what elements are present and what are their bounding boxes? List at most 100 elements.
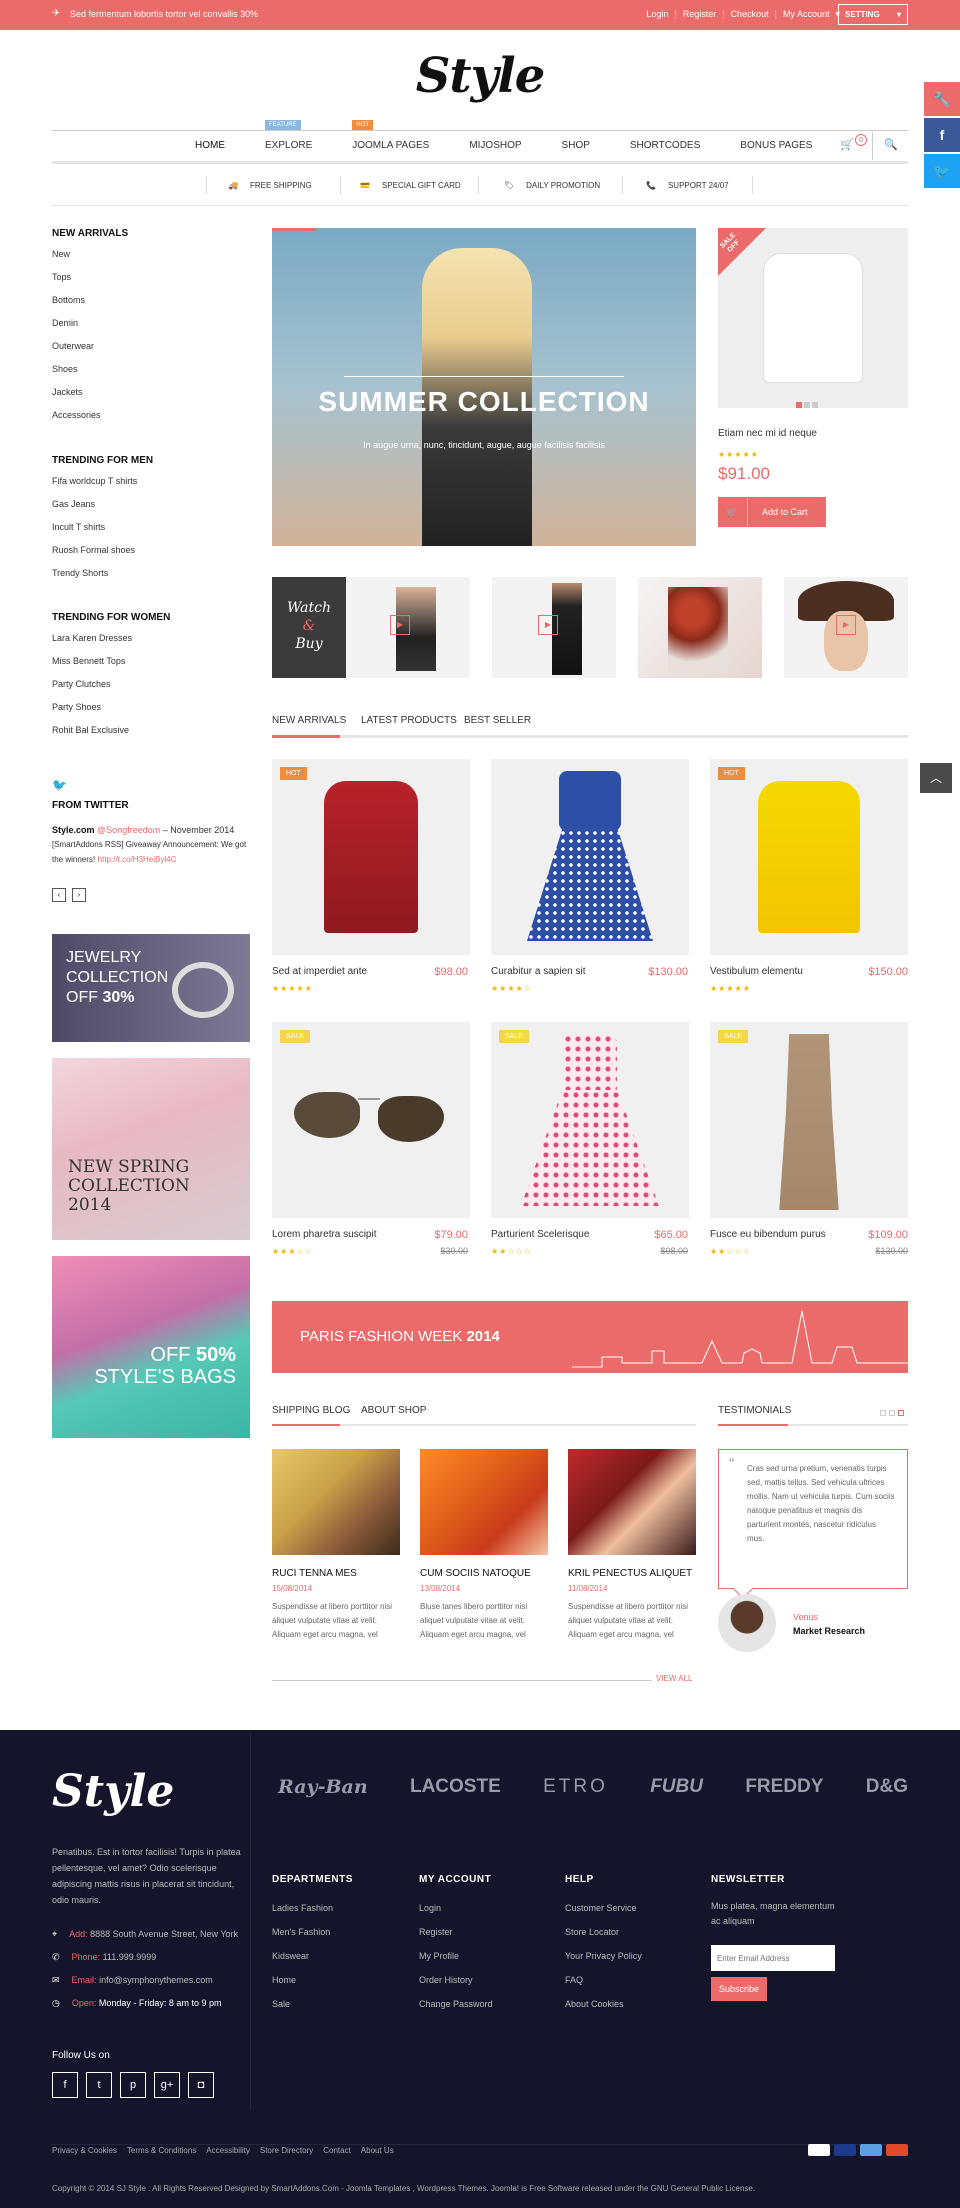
nav-home[interactable]: HOME [175,140,245,151]
sidebar-item[interactable]: Fifa worldcup T shirts [52,476,252,499]
sidebar-item[interactable]: Rohit Bal Exclusive [52,725,252,748]
sidebar-item[interactable]: New [52,249,252,272]
sidebar-item[interactable]: Ruosh Formal shoes [52,545,252,568]
tab-new-arrivals[interactable]: NEW ARRIVALS [272,715,346,726]
product-image[interactable] [491,759,689,955]
sidebar-item[interactable]: Demin [52,318,252,341]
jewelry-banner[interactable]: JEWELRY COLLECTION OFF 30% [52,934,250,1042]
footer-link[interactable]: About Cookies [565,1999,642,2023]
checkout-link[interactable]: Checkout [731,9,769,20]
newsletter-email-input[interactable] [711,1945,835,1971]
product-image[interactable] [710,759,908,955]
sidebar-item[interactable]: Incult T shirts [52,522,252,545]
testimonial-dot[interactable] [889,1410,895,1416]
sidebar-item[interactable]: Jackets [52,387,252,410]
product-name[interactable]: Fusce eu bibendum purus [710,1229,826,1240]
nav-joomla-pages[interactable]: HOT JOOMLA PAGES [332,120,449,151]
hero-slider[interactable]: SUMMER COLLECTION In augue urna, nunc, t… [272,228,696,546]
footer-link[interactable]: Kidswear [272,1951,353,1975]
sidebar-item[interactable]: Bottoms [52,295,252,318]
my-account-link[interactable]: My Account [783,9,830,20]
footer-bottom-link[interactable]: Accessibility [206,2146,250,2155]
subscribe-button[interactable]: Subscribe [711,1977,767,2001]
sidebar-item[interactable]: Outerwear [52,341,252,364]
product-name[interactable]: Sed at imperdiet ante [272,966,367,977]
tweet-user[interactable]: Style.com [52,825,95,835]
twitter-icon[interactable]: 🐦 [924,154,960,188]
footer-link[interactable]: Change Password [419,1999,493,2023]
footer-link[interactable]: Register [419,1927,493,1951]
footer-link[interactable]: My Profile [419,1951,493,1975]
pinterest-icon[interactable]: p [120,2072,146,2098]
footer-bottom-link[interactable]: Terms & Conditions [127,2146,196,2155]
blog-title[interactable]: KRIL PENECTUS ALIQUET [568,1568,692,1579]
footer-link[interactable]: Ladies Fashion [272,1903,353,1927]
play-icon[interactable]: ▶ [836,615,856,635]
sidebar-item[interactable]: Tops [52,272,252,295]
tweet-prev-button[interactable]: ‹ [52,888,66,902]
tab-about-shop[interactable]: ABOUT SHOP [361,1405,426,1416]
sale-product-name[interactable]: Etiam nec mi id neque [718,428,817,439]
testimonial-dot[interactable] [898,1410,904,1416]
brand-logo[interactable]: LACOSTE [410,1776,501,1798]
play-icon[interactable]: ▶ [390,615,410,635]
spring-banner[interactable]: NEW SPRING COLLECTION 2014 [52,1058,250,1240]
footer-bottom-link[interactable]: About Us [361,2146,394,2155]
blog-title[interactable]: RUCI TENNA MES [272,1568,357,1579]
tab-latest-products[interactable]: LATEST PRODUCTS [361,715,457,726]
product-image[interactable] [491,1022,689,1218]
sidebar-item[interactable]: Trendy Shorts [52,568,252,591]
nav-shortcodes[interactable]: SHORTCODES [610,140,720,151]
brand-logo[interactable]: D&G [866,1776,908,1798]
footer-link[interactable]: FAQ [565,1975,642,1999]
tweet-handle[interactable]: @Songfreedom [97,825,160,835]
sidebar-item[interactable]: Accessories [52,410,252,433]
product-image[interactable] [272,759,470,955]
tweet-next-button[interactable]: › [72,888,86,902]
blog-image[interactable] [420,1449,548,1555]
bags-banner[interactable]: OFF 50% STYLE'S BAGS [52,1256,250,1438]
nav-mijoshop[interactable]: MIJOSHOP [449,140,541,151]
email-value[interactable]: info@symphonythemes.com [99,1975,213,1985]
slider-dot[interactable] [804,402,810,408]
watch-buy-card[interactable]: Watch & Buy ▶ [272,577,470,678]
blog-image[interactable] [272,1449,400,1555]
footer-link[interactable]: Order History [419,1975,493,1999]
footer-link[interactable]: Your Privacy Policy [565,1951,642,1975]
blog-image[interactable] [568,1449,696,1555]
facebook-icon[interactable]: f [52,2072,78,2098]
footer-link[interactable]: Store Locator [565,1927,642,1951]
footer-bottom-link[interactable]: Store Directory [260,2146,313,2155]
sidebar-item[interactable]: Gas Jeans [52,499,252,522]
lookbook-card[interactable] [638,577,762,678]
tab-best-seller[interactable]: BEST SELLER [464,715,531,726]
brand-logo[interactable]: Ray-Ban [278,1776,368,1798]
sidebar-item[interactable]: Shoes [52,364,252,387]
product-image[interactable] [710,1022,908,1218]
footer-link[interactable]: Login [419,1903,493,1927]
footer-bottom-link[interactable]: Contact [323,2146,351,2155]
testimonial-dot[interactable] [880,1410,886,1416]
sidebar-item[interactable]: Miss Bennett Tops [52,656,252,679]
footer-logo[interactable]: Style [52,1766,174,1817]
nav-shop[interactable]: SHOP [542,140,610,151]
search-icon[interactable]: 🔍 [884,138,898,151]
product-image[interactable] [272,1022,470,1218]
site-logo[interactable]: Style [0,48,960,104]
instagram-icon[interactable]: ◘ [188,2072,214,2098]
footer-link[interactable]: Customer Service [565,1903,642,1927]
footer-link[interactable]: Sale [272,1999,353,2023]
blog-title[interactable]: CUM SOCIIS NATOQUE [420,1568,531,1579]
login-link[interactable]: Login [646,9,668,20]
facebook-icon[interactable]: f [924,118,960,152]
twitter-icon[interactable]: t [86,2072,112,2098]
setting-button[interactable]: SETTING ▾ [838,4,908,25]
nav-bonus-pages[interactable]: BONUS PAGES [720,140,832,151]
sidebar-item[interactable]: Party Shoes [52,702,252,725]
paris-fashion-banner[interactable]: PARIS FASHION WEEK 2014 [272,1301,908,1373]
sale-product-image[interactable]: SALE OFF [718,228,908,408]
add-to-cart-button[interactable]: 🛒 Add to Cart [718,497,826,527]
footer-link[interactable]: Men's Fashion [272,1927,353,1951]
nav-explore[interactable]: FEATURE EXPLORE [245,120,332,151]
lookbook-card[interactable]: ▶ [784,577,908,678]
